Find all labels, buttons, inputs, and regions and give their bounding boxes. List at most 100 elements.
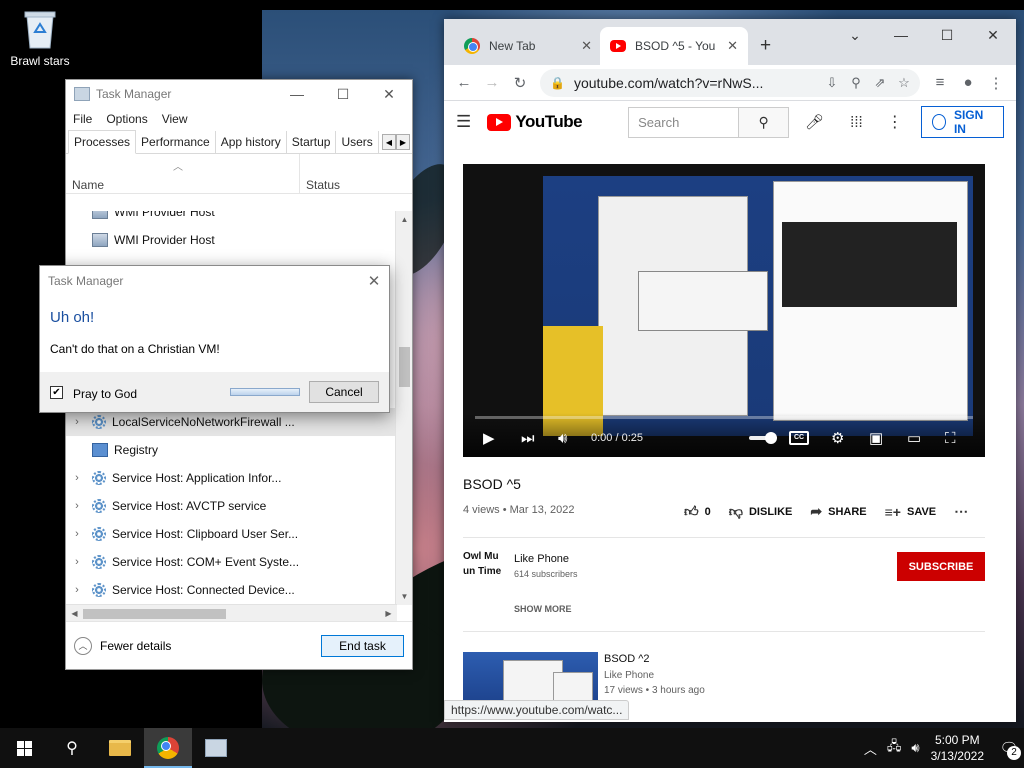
sign-in-button[interactable]: SIGN IN: [920, 106, 1004, 138]
scroll-thumb[interactable]: [399, 347, 410, 387]
install-icon[interactable]: ⇩: [820, 75, 844, 91]
column-status-header[interactable]: Status: [300, 154, 340, 193]
chevron-right-icon[interactable]: ›: [66, 416, 88, 428]
table-row[interactable]: WMI Provider Host: [66, 226, 397, 254]
chevron-right-icon[interactable]: ›: [66, 472, 88, 484]
tab-startup[interactable]: Startup: [287, 131, 337, 153]
fewer-details-button[interactable]: ︿ Fewer details: [74, 636, 321, 655]
volume-icon[interactable]: 🔊︎: [558, 430, 567, 447]
show-more-button[interactable]: SHOW MORE: [514, 604, 572, 614]
channel-avatar[interactable]: Owl Mu un Time: [463, 549, 507, 593]
back-icon[interactable]: ←: [450, 69, 478, 97]
chevron-right-icon[interactable]: ›: [66, 584, 88, 596]
menu-dots-icon[interactable]: ⋮: [982, 69, 1010, 97]
profile-icon[interactable]: ●: [954, 69, 982, 97]
end-task-button[interactable]: End task: [321, 634, 404, 657]
menu-file[interactable]: File: [73, 112, 92, 126]
tab-users[interactable]: Users: [336, 131, 379, 153]
browser-tab-youtube[interactable]: BSOD ^5 - You ✕: [600, 27, 748, 65]
table-row[interactable]: › Service Host: COM+ Event Syste...: [66, 548, 397, 576]
video-player[interactable]: ▶ ⏭︎ 🔊︎ 0:00 / 0:25 CC ⚙ ▣ ▭ ⛶: [463, 164, 985, 457]
play-icon[interactable]: ▶: [483, 429, 495, 447]
tab-scroll-left-icon[interactable]: ◀: [382, 134, 396, 150]
progress-bar[interactable]: [475, 416, 973, 419]
miniplayer-icon[interactable]: ▣: [869, 429, 883, 447]
search-icon[interactable]: ⚲: [48, 728, 96, 768]
reload-icon[interactable]: ↻: [506, 69, 534, 97]
youtube-logo[interactable]: YouTube: [487, 112, 583, 132]
share-button[interactable]: ➦ SHARE: [810, 503, 866, 520]
tab-search-icon[interactable]: ⌄: [832, 19, 878, 51]
table-row[interactable]: › Service Host: Clipboard User Ser...: [66, 520, 397, 548]
volume-icon[interactable]: 🔊︎: [911, 740, 919, 756]
chevron-right-icon[interactable]: ›: [66, 500, 88, 512]
tab-processes[interactable]: Processes: [68, 130, 137, 154]
maximize-button[interactable]: ☐: [320, 80, 366, 108]
chrome-taskbar-button[interactable]: [144, 728, 192, 768]
bookmark-star-icon[interactable]: ☆: [892, 75, 916, 91]
settings-gear-icon[interactable]: ⚙: [831, 429, 844, 447]
tab-close-icon[interactable]: ✕: [727, 38, 738, 54]
network-icon[interactable]: 🖧︎: [887, 737, 902, 759]
related-video-title[interactable]: BSOD ^2: [604, 653, 650, 665]
url-text[interactable]: youtube.com/watch?v=rNwS...: [574, 75, 820, 91]
scroll-down-icon[interactable]: ▼: [396, 588, 413, 605]
table-row[interactable]: › Service Host: Connected Device...: [66, 576, 397, 604]
forward-icon[interactable]: →: [478, 69, 506, 97]
table-row[interactable]: WMI Provider Host: [66, 211, 397, 226]
start-button[interactable]: [0, 728, 48, 768]
scroll-thumb[interactable]: [83, 609, 226, 619]
scroll-up-icon[interactable]: ▲: [396, 211, 413, 228]
close-icon[interactable]: ✕: [359, 272, 389, 290]
pray-checkbox[interactable]: ✔: [50, 385, 63, 399]
scroll-left-icon[interactable]: ◀: [66, 605, 83, 622]
vertical-scrollbar[interactable]: ▲ ▼: [395, 211, 412, 605]
table-row[interactable]: › Service Host: AVCTP service: [66, 492, 397, 520]
chevron-right-icon[interactable]: ›: [66, 528, 88, 540]
more-actions-icon[interactable]: ⋯: [954, 503, 974, 520]
share-icon[interactable]: ⇗: [868, 75, 892, 91]
apps-grid-icon[interactable]: ⁞⁞⁞: [850, 114, 863, 131]
minimize-button[interactable]: —: [878, 19, 924, 51]
tab-scroll-right-icon[interactable]: ▶: [396, 134, 410, 150]
more-dots-icon[interactable]: ⋮: [887, 112, 903, 132]
chevron-right-icon[interactable]: ›: [66, 556, 88, 568]
search-icon[interactable]: ⚲: [739, 106, 790, 138]
tab-performance[interactable]: Performance: [136, 131, 216, 153]
dislike-button[interactable]: 👎︎ DISLIKE: [729, 503, 793, 520]
hamburger-menu-icon[interactable]: ☰: [456, 112, 477, 132]
close-button[interactable]: ✕: [970, 19, 1016, 51]
show-hidden-icons-icon[interactable]: ︿: [864, 739, 877, 758]
captions-icon[interactable]: CC: [789, 431, 809, 445]
minimize-button[interactable]: —: [274, 80, 320, 108]
column-name-header[interactable]: ︿ Name: [66, 154, 300, 193]
theater-mode-icon[interactable]: ▭: [907, 429, 921, 447]
clock[interactable]: 5:00 PM 3/13/2022: [931, 732, 984, 764]
tab-app-history[interactable]: App history: [216, 131, 287, 153]
volume-slider[interactable]: [749, 432, 777, 444]
subscribe-button[interactable]: SUBSCRIBE: [897, 552, 985, 581]
close-button[interactable]: ✕: [366, 80, 412, 108]
browser-tab-new-tab[interactable]: New Tab ✕: [454, 27, 602, 65]
fullscreen-icon[interactable]: ⛶: [945, 430, 956, 447]
cancel-button[interactable]: Cancel: [309, 381, 379, 403]
microphone-icon[interactable]: 🎤︎: [805, 113, 824, 131]
action-center-button[interactable]: 🗨︎ 2: [994, 728, 1024, 768]
table-row[interactable]: › Service Host: Application Infor...: [66, 464, 397, 492]
maximize-button[interactable]: ☐: [924, 19, 970, 51]
tab-close-icon[interactable]: ✕: [581, 38, 592, 54]
dialog-titlebar[interactable]: Task Manager ✕: [40, 266, 389, 296]
next-icon[interactable]: ⏭︎: [521, 430, 535, 447]
scroll-right-icon[interactable]: ▶: [380, 605, 397, 622]
like-button[interactable]: 👍︎ 0: [684, 503, 711, 520]
new-tab-icon[interactable]: +: [760, 35, 771, 57]
task-manager-taskbar-button[interactable]: [192, 728, 240, 768]
save-button[interactable]: ≡+ SAVE: [885, 504, 937, 520]
address-bar[interactable]: 🔒 youtube.com/watch?v=rNwS... ⇩ ⚲ ⇗ ☆: [540, 68, 920, 97]
file-explorer-button[interactable]: [96, 728, 144, 768]
zoom-icon[interactable]: ⚲: [844, 75, 868, 91]
search-input[interactable]: Search: [628, 106, 740, 138]
table-row[interactable]: Registry: [66, 436, 397, 464]
channel-name[interactable]: Like Phone: [514, 553, 569, 565]
desktop-icon-brawl-stars[interactable]: Brawl stars: [8, 8, 72, 68]
